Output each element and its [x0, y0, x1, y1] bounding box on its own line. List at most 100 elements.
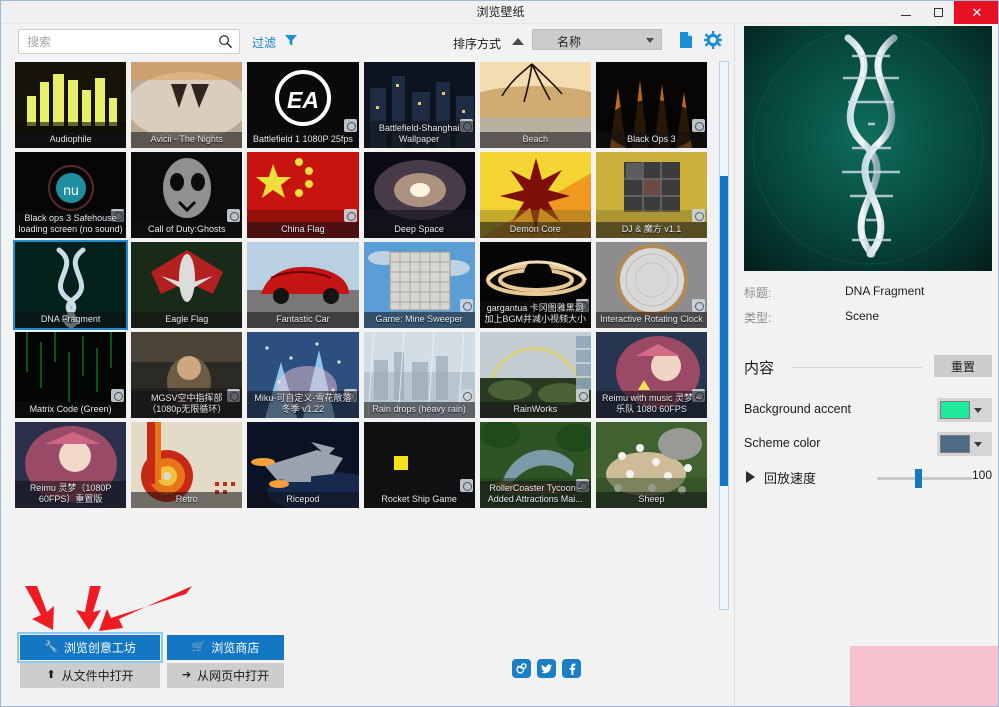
- wallpaper-item[interactable]: RollerCoaster Tycoon - Added Attractions…: [480, 422, 591, 508]
- wallpaper-item[interactable]: Deep Space: [364, 152, 475, 238]
- wallpaper-item[interactable]: Eagle Flag: [131, 242, 242, 328]
- wallpaper-item[interactable]: Battlefield-Shanghai Wallpaper: [364, 62, 475, 148]
- chevron-down-icon: [646, 38, 654, 43]
- wallpaper-item[interactable]: Sheep: [596, 422, 707, 508]
- grid-scrollbar-thumb[interactable]: [720, 176, 728, 486]
- wallpaper-item[interactable]: China Flag: [247, 152, 358, 238]
- wallpaper-item[interactable]: DJ & 魔方 v1.1: [596, 152, 707, 238]
- wallpaper-item[interactable]: Reimu 灵梦（1080P 60FPS）重置版: [15, 422, 126, 508]
- wallpaper-title: Black ops 3 Safehouse loading screen (no…: [15, 211, 126, 238]
- steam-workshop-badge-icon: [111, 389, 124, 402]
- wallpaper-title: Matrix Code (Green): [15, 402, 126, 418]
- metadata-title-key: 标题:: [744, 284, 771, 301]
- minimize-icon: [901, 15, 911, 16]
- close-button[interactable]: ✕: [954, 1, 999, 24]
- wallpaper-row: Matrix Code (Green) MGSV空中指挥部（1080p无限循环）M…: [15, 332, 707, 418]
- wallpaper-item[interactable]: Fantastic Car: [247, 242, 358, 328]
- watermark-overlay: [850, 646, 999, 707]
- wallpaper-grid: AudiophileAvicii - The NightsEABattlefie…: [15, 62, 707, 512]
- metadata-type-row: 类型: Scene: [744, 309, 992, 334]
- sort-select[interactable]: 名称: [532, 29, 662, 50]
- wallpaper-item[interactable]: Interactive Rotating Clock: [596, 242, 707, 328]
- playback-speed-track[interactable]: [877, 477, 972, 480]
- wallpaper-item[interactable]: gargantua 卡冈图雅黑洞加上BGM并减小视频大小: [480, 242, 591, 328]
- facebook-icon[interactable]: [562, 659, 581, 678]
- metadata-title-value: DNA Fragment: [845, 284, 924, 298]
- wallpaper-item[interactable]: Ricepod: [247, 422, 358, 508]
- wallpaper-title: gargantua 卡冈图雅黑洞加上BGM并减小视频大小: [480, 301, 591, 328]
- playback-speed-label: 回放速度: [764, 468, 816, 487]
- expand-triangle-icon[interactable]: [746, 471, 755, 483]
- steam-icon[interactable]: [512, 659, 531, 678]
- wallpaper-item[interactable]: Reimu with music 灵梦 ~乐队 1080 60FPS: [596, 332, 707, 418]
- open-from-web-button[interactable]: ➔ 从网页中打开: [167, 663, 284, 688]
- filter-funnel-icon[interactable]: [284, 33, 298, 47]
- steam-workshop-badge-icon: [344, 209, 357, 222]
- background-accent-picker[interactable]: [937, 398, 992, 422]
- wallpaper-item[interactable]: EABattlefield 1 1080P 25fps: [247, 62, 358, 148]
- wallpaper-item[interactable]: nuBlack ops 3 Safehouse loading screen (…: [15, 152, 126, 238]
- background-accent-row: Background accent: [744, 398, 992, 424]
- background-accent-swatch[interactable]: [940, 401, 970, 419]
- browse-workshop-button[interactable]: 🔧 浏览创意工坊: [20, 635, 160, 660]
- sort-ascending-triangle-icon[interactable]: [512, 38, 524, 45]
- playback-speed-knob[interactable]: [915, 469, 922, 488]
- sort-label: 排序方式: [453, 35, 501, 52]
- scheme-color-swatch[interactable]: [940, 435, 970, 453]
- wallpaper-item[interactable]: Beach: [480, 62, 591, 148]
- wallpaper-item[interactable]: Retro: [131, 422, 242, 508]
- browse-store-button[interactable]: 🛒 浏览商店: [167, 635, 284, 660]
- wallpaper-item[interactable]: Call of Duty:Ghosts: [131, 152, 242, 238]
- wallpaper-title: Demon Core: [480, 222, 591, 238]
- metadata-title-row: 标题: DNA Fragment: [744, 284, 992, 309]
- wallpaper-title: Deep Space: [364, 222, 475, 238]
- wallpaper-title: Game: Mine Sweeper: [364, 312, 475, 328]
- wallpaper-item[interactable]: DNA Fragment: [15, 242, 126, 328]
- wallpaper-item[interactable]: MGSV空中指挥部（1080p无限循环）: [131, 332, 242, 418]
- scheme-color-picker[interactable]: [937, 432, 992, 456]
- wallpaper-title: Reimu 灵梦（1080P 60FPS）重置版: [15, 481, 126, 508]
- svg-text:EA: EA: [287, 87, 319, 113]
- wallpaper-title: DNA Fragment: [15, 312, 126, 328]
- filter-link[interactable]: 过滤: [252, 34, 276, 51]
- steam-workshop-badge-icon: [344, 119, 357, 132]
- search-input[interactable]: [27, 30, 212, 53]
- maximize-button[interactable]: [922, 1, 954, 24]
- wallpaper-row: Reimu 灵梦（1080P 60FPS）重置版 Retro RicepodRock…: [15, 422, 707, 508]
- wallpaper-item[interactable]: Rocket Ship Game: [364, 422, 475, 508]
- file-icon[interactable]: [677, 31, 695, 49]
- wallpaper-item[interactable]: Game: Mine Sweeper: [364, 242, 475, 328]
- wallpaper-title: Miku-可自定义-雪花散落 冬季 v1.22: [247, 391, 358, 418]
- wallpaper-item[interactable]: Demon Core: [480, 152, 591, 238]
- minimize-button[interactable]: [890, 1, 922, 24]
- wallpaper-item[interactable]: Miku-可自定义-雪花散落 冬季 v1.22: [247, 332, 358, 418]
- reset-button[interactable]: 重置: [934, 355, 992, 377]
- wallpaper-item[interactable]: Black Ops 3: [596, 62, 707, 148]
- wallpaper-item[interactable]: Audiophile: [15, 62, 126, 148]
- wallpaper-item[interactable]: RainWorks: [480, 332, 591, 418]
- wallpaper-item[interactable]: Avicii - The Nights: [131, 62, 242, 148]
- search-box[interactable]: [18, 29, 240, 54]
- gear-icon[interactable]: [704, 31, 722, 49]
- window-controls: ✕: [890, 1, 999, 24]
- wallpaper-title: Retro: [131, 492, 242, 508]
- open-from-file-label: 从文件中打开: [62, 667, 134, 684]
- upload-icon: ⬆: [46, 670, 55, 681]
- steam-workshop-badge-icon: [460, 299, 473, 312]
- wallpaper-item[interactable]: Matrix Code (Green): [15, 332, 126, 418]
- section-divider: [792, 367, 922, 368]
- bottom-button-bar: 🔧 浏览创意工坊 🛒 浏览商店 ⬆ 从文件中打开 ➔ 从网页中打开: [1, 617, 734, 707]
- wallpaper-preview[interactable]: [744, 26, 992, 271]
- steam-workshop-badge-icon: [576, 389, 589, 402]
- wrench-icon: 🔧: [44, 642, 58, 653]
- twitter-icon[interactable]: [537, 659, 556, 678]
- wallpaper-title: Avicii - The Nights: [131, 132, 242, 148]
- metadata-type-value: Scene: [845, 309, 879, 323]
- window-title: 浏览壁纸: [1, 1, 999, 24]
- steam-workshop-badge-icon: [460, 389, 473, 402]
- wallpaper-metadata: 标题: DNA Fragment 类型: Scene: [744, 284, 992, 334]
- wallpaper-item[interactable]: Rain drops (heavy rain): [364, 332, 475, 418]
- search-icon[interactable]: [218, 34, 233, 49]
- open-from-file-button[interactable]: ⬆ 从文件中打开: [20, 663, 160, 688]
- wallpaper-row: nuBlack ops 3 Safehouse loading screen (…: [15, 152, 707, 238]
